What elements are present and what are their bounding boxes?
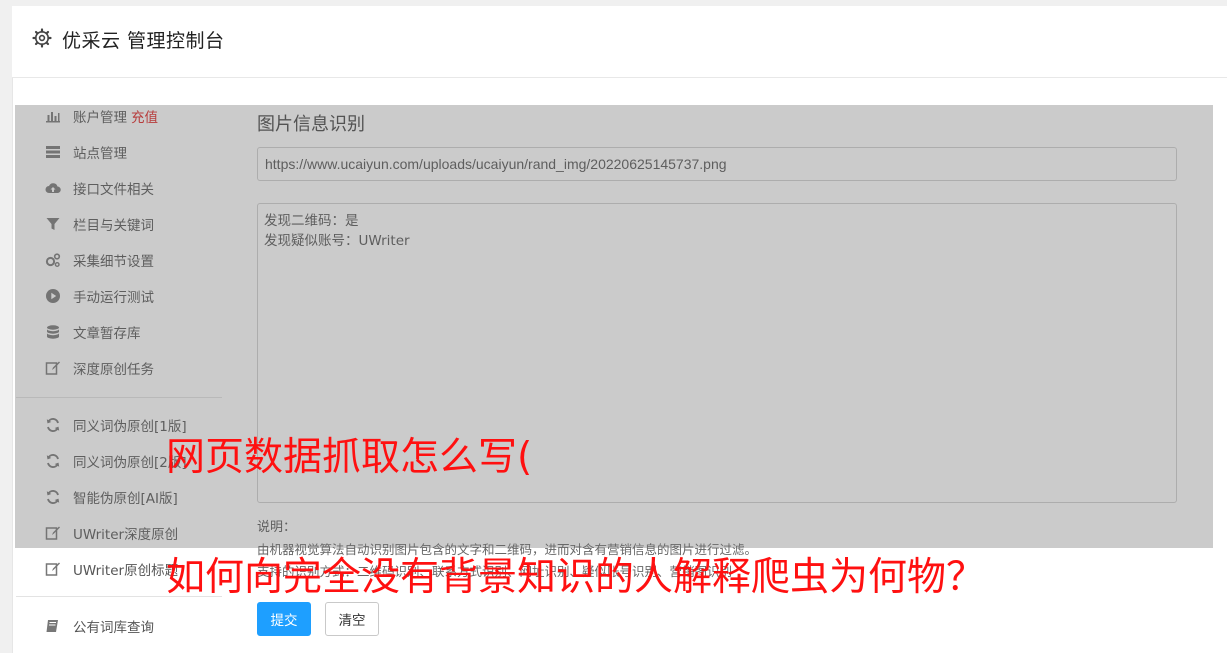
sidebar-item-label: UWriter原创标题	[73, 563, 179, 579]
app-title: 优采云 管理控制台	[62, 30, 225, 52]
sidebar-item-public-dictionary[interactable]: 公有词库查询	[16, 608, 226, 644]
clear-button[interactable]: 清空	[325, 602, 379, 636]
gear-icon	[32, 28, 52, 48]
sidebar-item-label: 公有词库查询	[73, 620, 154, 636]
watermark-line-2: 如何向完全没有背景知识的人解释爬虫为何物？	[166, 555, 986, 600]
submit-button[interactable]: 提交	[257, 602, 311, 636]
watermark-line-1: 网页数据抓取怎么写(	[166, 435, 533, 480]
header: 优采云 管理控制台	[12, 6, 1227, 78]
edit-icon	[44, 560, 62, 578]
book-icon	[44, 617, 62, 635]
